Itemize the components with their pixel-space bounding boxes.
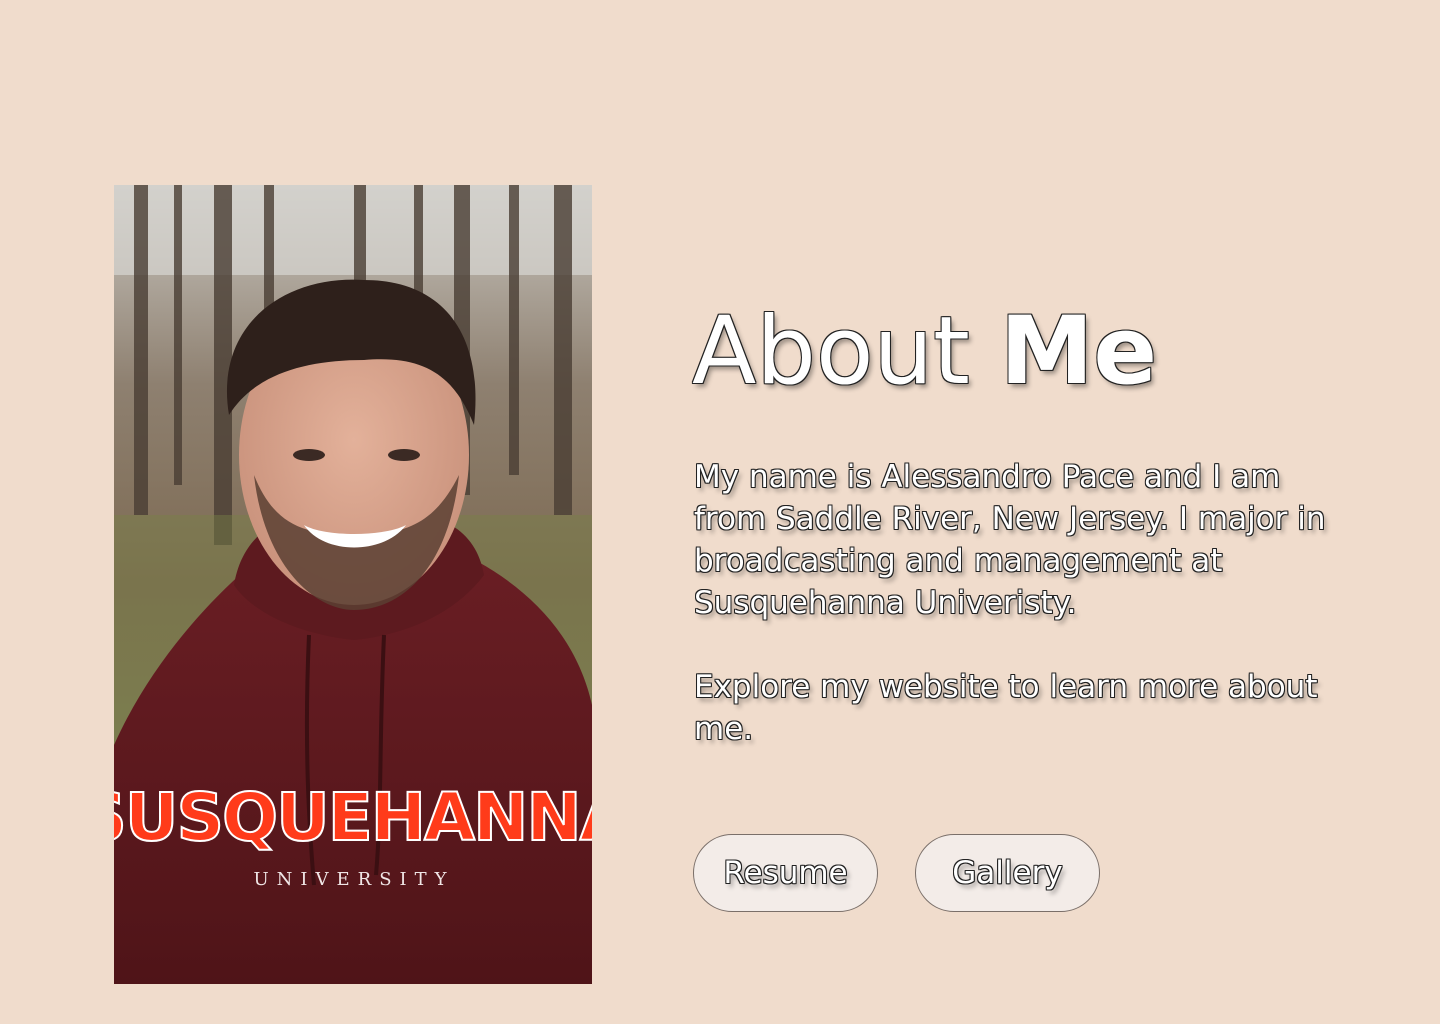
title-about: About xyxy=(692,297,970,406)
profile-photo: SUSQUEHANNA UNIVERSITY xyxy=(114,185,592,984)
bio-paragraph-1: My name is Alessandro Pace and I am from… xyxy=(694,459,1326,621)
resume-button[interactable]: Resume xyxy=(693,834,878,912)
bio-paragraph-2: Explore my website to learn more about m… xyxy=(694,669,1318,747)
sweatshirt-text: SUSQUEHANNA xyxy=(114,779,592,856)
title-me: Me xyxy=(999,297,1158,406)
page-title: About Me xyxy=(692,292,1157,412)
sweatshirt-subtext: UNIVERSITY xyxy=(253,869,454,890)
gallery-button[interactable]: Gallery xyxy=(915,834,1100,912)
bio-text: My name is Alessandro Pace and I am from… xyxy=(694,456,1344,750)
